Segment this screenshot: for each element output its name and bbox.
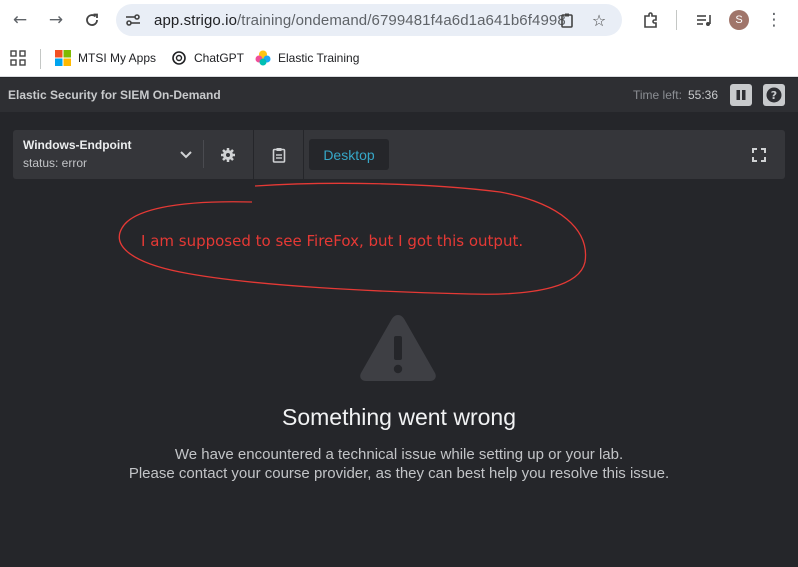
help-icon: ?	[766, 87, 782, 103]
site-info-icon[interactable]	[124, 11, 142, 29]
bookmark-label: MTSI My Apps	[78, 51, 157, 65]
bookmark-label: Elastic Training	[278, 51, 360, 65]
time-left-value: 55:36	[688, 88, 719, 102]
vm-status: status: error	[23, 156, 88, 170]
chevron-down-icon[interactable]	[173, 144, 199, 166]
browser-toolbar: ← → app.strigo.io/training/ondemand/6799…	[0, 0, 798, 40]
back-icon[interactable]: ←	[8, 8, 32, 32]
address-bar[interactable]: app.strigo.io/training/ondemand/6799481f…	[116, 4, 622, 36]
app-header: Elastic Security for SIEM On-Demand Time…	[0, 78, 798, 112]
bookmarks-bar: MTSI My Apps ChatGPT Elastic Training	[0, 40, 798, 77]
profile-avatar[interactable]: S	[729, 10, 749, 30]
toolbar-divider	[203, 140, 204, 168]
pause-button[interactable]	[730, 84, 752, 106]
forward-icon[interactable]: →	[44, 8, 68, 32]
svg-text:?: ?	[771, 89, 777, 102]
bookmark-elastic-training[interactable]: Elastic Training	[255, 49, 359, 67]
time-left-label: Time left:	[633, 88, 682, 102]
bookmark-label: ChatGPT	[194, 51, 245, 65]
clipboard-icon[interactable]	[267, 144, 291, 166]
url-text: app.strigo.io/training/ondemand/6799481f…	[154, 12, 566, 29]
fullscreen-icon[interactable]	[748, 144, 770, 166]
bookmark-chatgpt[interactable]: ChatGPT	[171, 49, 244, 67]
environment-toolbar: Windows-Endpoint status: error Desktop	[13, 130, 785, 179]
pause-icon	[736, 90, 746, 100]
gear-icon[interactable]	[216, 144, 240, 166]
error-title: Something went wrong	[282, 404, 516, 430]
chatgpt-icon	[171, 50, 187, 66]
extensions-icon[interactable]	[639, 8, 663, 32]
toolbar-divider	[253, 130, 254, 179]
apps-grid-icon[interactable]	[10, 49, 26, 67]
menu-icon[interactable]: ⋮	[762, 8, 786, 32]
help-button[interactable]: ?	[763, 84, 785, 106]
toolbar-divider	[303, 130, 304, 179]
elastic-icon	[255, 50, 271, 66]
bookmarks-divider	[40, 49, 41, 69]
error-message-line-1: We have encountered a technical issue wh…	[174, 446, 624, 463]
error-message-line-2: Please contact your course provider, as …	[128, 465, 670, 482]
vm-name: Windows-Endpoint	[23, 138, 132, 152]
star-icon[interactable]: ☆	[589, 10, 609, 30]
microsoft-icon	[55, 50, 71, 66]
tab-desktop[interactable]: Desktop	[309, 139, 389, 170]
media-icon[interactable]	[692, 8, 716, 32]
reload-icon[interactable]	[80, 8, 104, 32]
clipboard-icon[interactable]	[557, 10, 577, 30]
course-title: Elastic Security for SIEM On-Demand	[8, 88, 221, 102]
warning-icon	[360, 315, 436, 381]
bookmark-mtsi-my-apps[interactable]: MTSI My Apps	[55, 49, 156, 67]
toolbar-divider	[676, 10, 677, 30]
annotation-text: I am supposed to see FireFox, but I got …	[141, 232, 524, 250]
